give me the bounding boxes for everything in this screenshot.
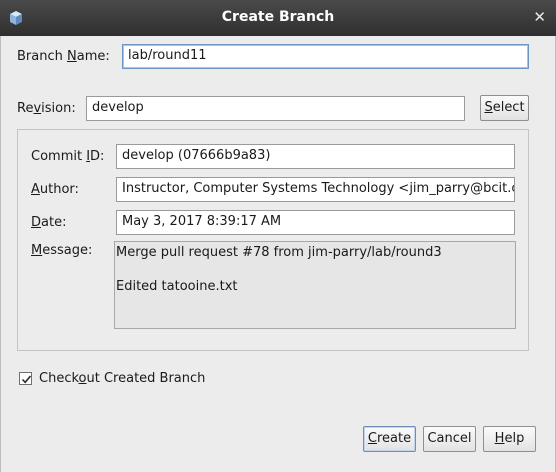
date-field[interactable]: May 3, 2017 8:39:17 AM — [116, 210, 515, 235]
message-line-1: Merge pull request #78 from jim-parry/la… — [116, 245, 442, 260]
branch-name-input[interactable]: lab/round11 — [122, 44, 529, 69]
author-field[interactable]: Instructor, Computer Systems Technology … — [116, 177, 515, 202]
commit-id-label: Commit ID: — [31, 149, 105, 164]
revision-input[interactable]: develop — [86, 96, 465, 121]
revision-label: Revision: — [17, 101, 76, 116]
select-button[interactable]: Select — [480, 95, 529, 121]
dialog-body: Branch Name: lab/round11 Revision: devel… — [0, 36, 556, 472]
message-line-2 — [116, 261, 514, 278]
window-title: Create Branch — [221, 9, 335, 25]
title-bar: Create Branch ✕ — [0, 0, 556, 36]
cancel-button[interactable]: Cancel — [423, 426, 476, 452]
date-label: Date: — [31, 215, 67, 230]
message-textarea[interactable]: Merge pull request #78 from jim-parry/la… — [114, 241, 516, 329]
close-icon[interactable]: ✕ — [533, 8, 546, 26]
commit-id-field[interactable]: develop (07666b9a83) — [116, 144, 515, 169]
create-button[interactable]: Create — [363, 426, 416, 452]
message-line-3: Edited tatooine.txt — [116, 279, 238, 294]
branch-name-label: Branch Name: — [17, 49, 110, 64]
author-label: Author: — [31, 182, 79, 197]
checkout-label[interactable]: Checkout Created Branch — [39, 371, 205, 386]
checkmark-icon — [21, 375, 32, 384]
help-button[interactable]: Help — [483, 426, 536, 452]
message-label: Message: — [31, 243, 93, 258]
checkout-checkbox[interactable] — [19, 372, 32, 385]
